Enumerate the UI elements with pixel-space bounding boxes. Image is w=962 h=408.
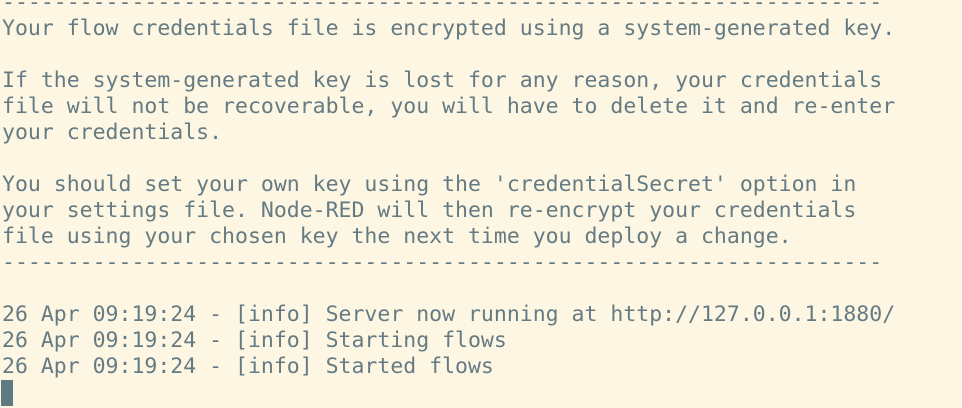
log-line-server-running: 26 Apr 09:19:24 - [info] Server now runn… bbox=[2, 302, 896, 327]
output-line-warning-2: file will not be recoverable, you will h… bbox=[2, 94, 896, 119]
terminal-cursor bbox=[1, 380, 13, 406]
log-line-started-flows: 26 Apr 09:19:24 - [info] Started flows bbox=[2, 354, 494, 379]
output-line-warning-3: your credentials. bbox=[2, 120, 223, 145]
terminal-window[interactable]: ----------------------------------------… bbox=[0, 0, 962, 408]
separator-line-top: ----------------------------------------… bbox=[2, 0, 883, 15]
output-line-advice-1: You should set your own key using the 'c… bbox=[2, 172, 857, 197]
log-line-starting-flows: 26 Apr 09:19:24 - [info] Starting flows bbox=[2, 328, 507, 353]
output-line-advice-3: file using your chosen key the next time… bbox=[2, 224, 792, 249]
separator-line-bottom: ----------------------------------------… bbox=[2, 250, 883, 275]
output-line-advice-2: your settings file. Node-RED will then r… bbox=[2, 198, 857, 223]
output-line-warning-1: If the system-generated key is lost for … bbox=[2, 68, 883, 93]
output-line-encryption-notice: Your flow credentials file is encrypted … bbox=[2, 16, 896, 41]
